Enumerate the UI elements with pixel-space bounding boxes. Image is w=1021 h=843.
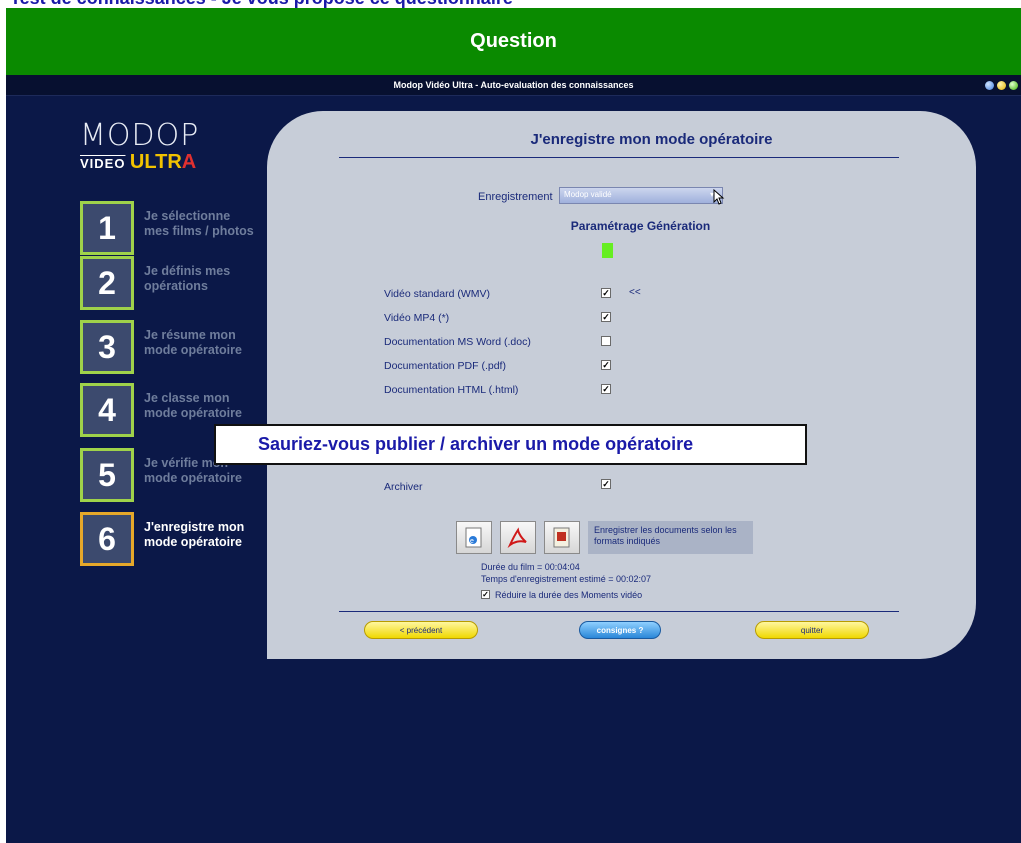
modop-logo: MODOP VIDEO ULTRA bbox=[80, 121, 199, 174]
logo-main: MODOP bbox=[80, 118, 200, 153]
option-label-pdf: Documentation PDF (.pdf) bbox=[384, 360, 506, 372]
mouse-cursor-icon bbox=[713, 189, 725, 205]
previous-button[interactable]: < précédent bbox=[364, 621, 478, 639]
export-pdf-button[interactable] bbox=[500, 521, 536, 554]
main-panel: J'enregistre mon mode opératoire Enregis… bbox=[267, 111, 976, 659]
consignes-button[interactable]: consignes ? bbox=[579, 621, 661, 639]
step-number: 5 bbox=[80, 448, 134, 502]
question-banner: Question bbox=[6, 8, 1021, 75]
duree-film: Durée du film = 00:04:04 bbox=[481, 562, 580, 572]
step-label: J'enregistre mon mode opératoire bbox=[144, 520, 245, 549]
checkbox-html[interactable]: ✓ bbox=[601, 384, 611, 394]
export-ie-button[interactable]: e bbox=[456, 521, 492, 554]
question-overlay: Sauriez-vous publier / archiver un mode … bbox=[214, 424, 807, 465]
document-icon bbox=[553, 527, 570, 547]
logo-a: A bbox=[181, 151, 197, 173]
window-title: Modop Vidéo Ultra - Auto-evaluation des … bbox=[393, 80, 634, 90]
export-info: Enregistrer les documents selon les form… bbox=[588, 521, 753, 554]
archiver-label: Archiver bbox=[384, 481, 423, 493]
option-label-html: Documentation HTML (.html) bbox=[384, 384, 519, 396]
wmv-note: << bbox=[629, 287, 641, 298]
step-label: Je définis mes opérations bbox=[144, 264, 231, 293]
step-number: 2 bbox=[80, 256, 134, 310]
minimize-button[interactable] bbox=[985, 81, 994, 90]
step-number: 3 bbox=[80, 320, 134, 374]
step-3[interactable]: 3 Je résume mon mode opératoire bbox=[80, 320, 280, 376]
web-document-icon: e bbox=[465, 527, 482, 547]
step-2[interactable]: 2 Je définis mes opérations bbox=[80, 256, 280, 312]
enregistrement-select[interactable]: Modop validé ▾ bbox=[559, 187, 723, 204]
title-divider bbox=[339, 157, 899, 158]
parametrage-title: Paramétrage Génération bbox=[570, 219, 711, 233]
export-save-button[interactable] bbox=[544, 521, 580, 554]
panel-title: J'enregistre mon mode opératoire bbox=[530, 131, 773, 148]
option-label-wmv: Vidéo standard (WMV) bbox=[384, 288, 491, 300]
export-toolbar: e Enregistrer les documents selon les fo… bbox=[456, 521, 756, 555]
footer-divider bbox=[339, 611, 899, 612]
checkbox-wmv[interactable]: ✓ bbox=[601, 288, 611, 298]
checkbox-mp4[interactable]: ✓ bbox=[601, 312, 611, 322]
temps-estime: Temps d'enregistrement estimé = 00:02:07 bbox=[481, 574, 652, 584]
step-number: 6 bbox=[80, 512, 134, 566]
checkbox-word[interactable] bbox=[601, 336, 611, 346]
logo-video: VIDEO bbox=[80, 156, 126, 171]
step-label: Je classe mon mode opératoire bbox=[144, 391, 242, 420]
option-label-word: Documentation MS Word (.doc) bbox=[384, 336, 531, 348]
step-label: Je sélectionne mes films / photos bbox=[144, 209, 254, 238]
reduire-label: Réduire la durée des Moments vidéo bbox=[495, 590, 643, 600]
logo-ultr: ULTR bbox=[129, 151, 182, 173]
logo-sub: VIDEO ULTRA bbox=[80, 151, 199, 174]
step-label: Je résume mon mode opératoire bbox=[144, 328, 242, 357]
top-strip-text: Test de connaissances - Je vous propose … bbox=[10, 0, 513, 8]
option-label-mp4: Vidéo MP4 (*) bbox=[384, 312, 450, 324]
close-button[interactable] bbox=[1009, 81, 1018, 90]
checkbox-reduire[interactable]: ✓ bbox=[481, 590, 490, 599]
checkbox-pdf[interactable]: ✓ bbox=[601, 360, 611, 370]
window-titlebar: Modop Vidéo Ultra - Auto-evaluation des … bbox=[6, 75, 1021, 96]
pdf-icon bbox=[507, 526, 527, 548]
step-1[interactable]: 1 Je sélectionne mes films / photos bbox=[80, 201, 280, 257]
status-indicator bbox=[602, 243, 613, 258]
svg-text:e: e bbox=[470, 538, 474, 545]
step-number: 4 bbox=[80, 383, 134, 437]
enregistrement-label: Enregistrement bbox=[478, 191, 553, 203]
maximize-button[interactable] bbox=[997, 81, 1006, 90]
step-6[interactable]: 6 J'enregistre mon mode opératoire bbox=[80, 512, 280, 568]
step-number: 1 bbox=[80, 201, 134, 255]
window-controls bbox=[985, 81, 1018, 90]
top-strip: Test de connaissances - Je vous propose … bbox=[0, 0, 1021, 8]
quit-button[interactable]: quitter bbox=[755, 621, 869, 639]
checkbox-archiver[interactable]: ✓ bbox=[601, 479, 611, 489]
enregistrement-value: Modop validé bbox=[564, 190, 612, 199]
